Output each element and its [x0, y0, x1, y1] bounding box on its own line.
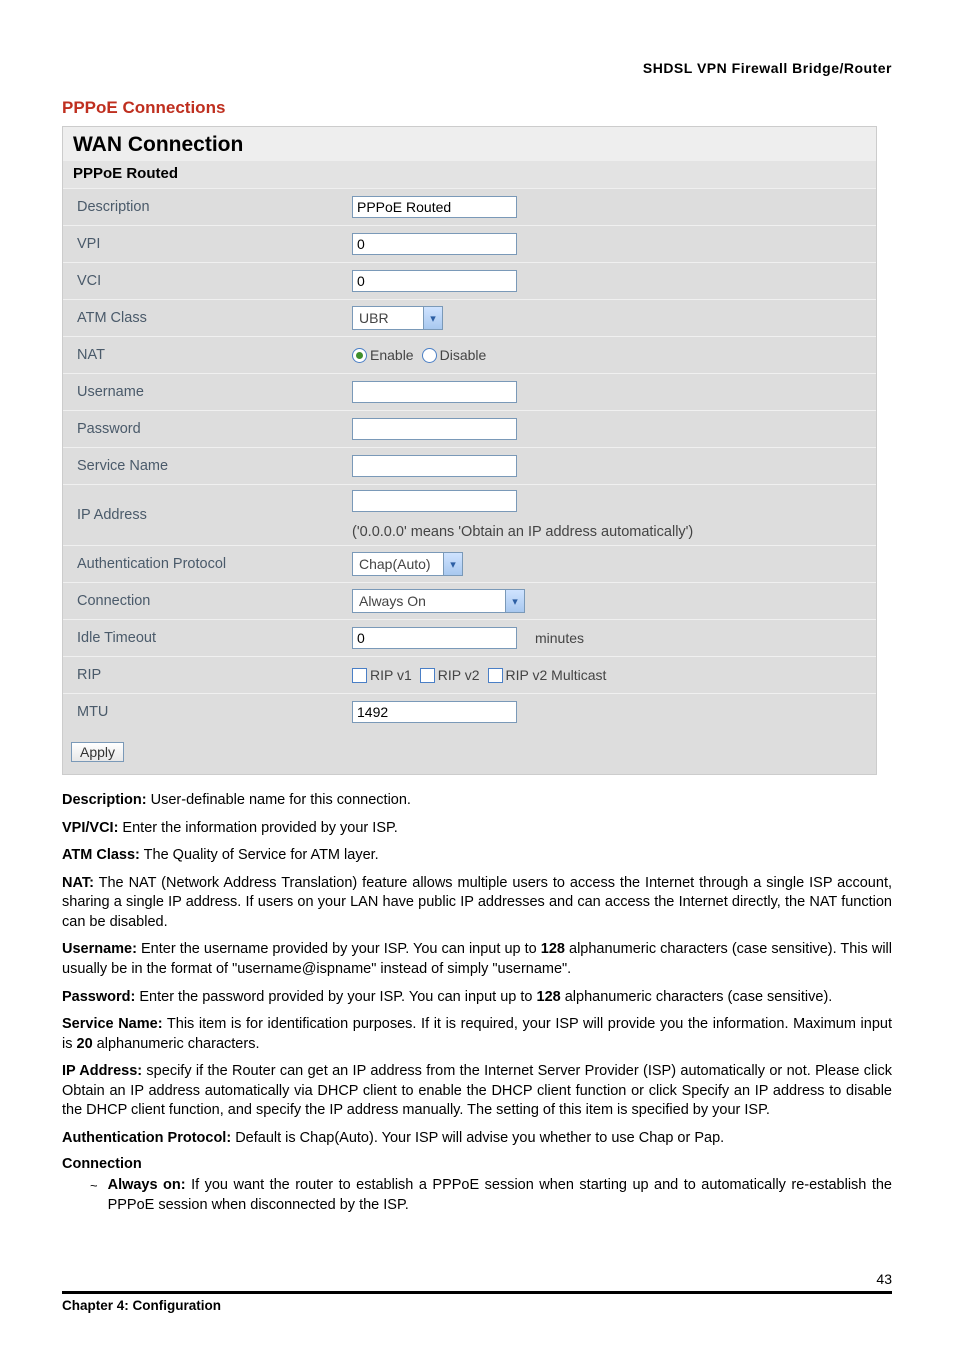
rip-v2-checkbox[interactable]: RIP v2 — [420, 667, 480, 683]
panel-title: WAN Connection — [63, 127, 876, 161]
page-footer: 43 Chapter 4: Configuration — [62, 1271, 892, 1313]
footer-chapter: Chapter 4: Configuration — [62, 1298, 892, 1313]
auth-protocol-select[interactable]: Chap(Auto) ▾ — [352, 552, 463, 576]
p-vpivci-t: Enter the information provided by your I… — [118, 820, 397, 836]
p-description-b: Description: — [62, 792, 147, 808]
p-svc-n: 20 — [77, 1036, 93, 1052]
idle-timeout-input[interactable] — [352, 627, 517, 649]
p-pass-b: Password: — [62, 989, 135, 1005]
label-description: Description — [71, 199, 352, 215]
p-svc-b: Service Name: — [62, 1016, 163, 1032]
ip-address-help: ('0.0.0.0' means 'Obtain an IP address a… — [352, 524, 693, 540]
p-svc-t2: alphanumeric characters. — [93, 1036, 260, 1052]
p-description-t: User-definable name for this connection. — [147, 792, 411, 808]
p-user-n: 128 — [541, 941, 565, 957]
bullet-icon: ~ — [90, 1176, 98, 1215]
rip-v2-multicast-label: RIP v2 Multicast — [506, 667, 607, 683]
checkbox-icon — [420, 668, 435, 683]
mtu-input[interactable] — [352, 701, 517, 723]
checkbox-icon — [352, 668, 367, 683]
doc-header-right: SHDSL VPN Firewall Bridge/Router — [62, 60, 892, 76]
p-pass-n: 128 — [537, 989, 561, 1005]
p-auth-b: Authentication Protocol: — [62, 1130, 231, 1146]
label-password: Password — [71, 421, 352, 437]
rip-v1-checkbox[interactable]: RIP v1 — [352, 667, 412, 683]
idle-timeout-unit: minutes — [535, 630, 584, 646]
p-atm-t: The Quality of Service for ATM layer. — [140, 847, 379, 863]
nat-enable-label: Enable — [370, 347, 414, 363]
chevron-down-icon: ▾ — [423, 307, 442, 329]
atm-class-select[interactable]: UBR ▾ — [352, 306, 443, 330]
p-auth-t: Default is Chap(Auto). Your ISP will adv… — [231, 1130, 724, 1146]
label-vpi: VPI — [71, 236, 352, 252]
username-input[interactable] — [352, 381, 517, 403]
panel-subtitle: PPPoE Routed — [63, 161, 876, 188]
service-name-input[interactable] — [352, 455, 517, 477]
p-user-b: Username: — [62, 941, 137, 957]
footer-rule — [62, 1291, 892, 1294]
description-input[interactable] — [352, 196, 517, 218]
label-nat: NAT — [71, 347, 352, 363]
checkbox-icon — [488, 668, 503, 683]
nat-disable-label: Disable — [440, 347, 487, 363]
chevron-down-icon: ▾ — [505, 590, 524, 612]
label-atm-class: ATM Class — [71, 310, 352, 326]
p-atm-b: ATM Class: — [62, 847, 140, 863]
label-ip-address: IP Address — [71, 507, 352, 523]
label-mtu: MTU — [71, 704, 352, 720]
p-pass-t2: alphanumeric characters (case sensitive)… — [561, 989, 833, 1005]
p-ip-b: IP Address: — [62, 1063, 142, 1079]
connection-select[interactable]: Always On ▾ — [352, 589, 525, 613]
p-nat-b: NAT: — [62, 875, 94, 891]
p-pass-t1: Enter the password provided by your ISP.… — [135, 989, 536, 1005]
label-vci: VCI — [71, 273, 352, 289]
connection-heading: Connection — [62, 1156, 892, 1172]
radio-selected-icon — [352, 348, 367, 363]
label-username: Username — [71, 384, 352, 400]
p-vpivci-b: VPI/VCI: — [62, 820, 118, 836]
radio-icon — [422, 348, 437, 363]
nat-disable-radio[interactable]: Disable — [422, 347, 487, 363]
rip-v2-multicast-checkbox[interactable]: RIP v2 Multicast — [488, 667, 607, 683]
label-auth-protocol: Authentication Protocol — [71, 556, 352, 572]
label-connection: Connection — [71, 593, 352, 609]
apply-button[interactable]: Apply — [71, 742, 124, 762]
ip-address-input[interactable] — [352, 490, 517, 512]
vpi-input[interactable] — [352, 233, 517, 255]
bullet-always-on-t: If you want the router to establish a PP… — [108, 1177, 892, 1213]
wan-connection-panel: WAN Connection PPPoE Routed Description … — [62, 126, 877, 775]
description-body: Description: User-definable name for thi… — [62, 791, 892, 1216]
password-input[interactable] — [352, 418, 517, 440]
rip-v2-label: RIP v2 — [438, 667, 480, 683]
page-number: 43 — [62, 1271, 892, 1287]
connection-selected: Always On — [353, 590, 505, 612]
vci-input[interactable] — [352, 270, 517, 292]
auth-protocol-selected: Chap(Auto) — [353, 553, 443, 575]
atm-class-selected: UBR — [353, 307, 423, 329]
p-nat-t: The NAT (Network Address Translation) fe… — [62, 875, 892, 930]
section-title: PPPoE Connections — [62, 98, 892, 118]
bullet-always-on-b: Always on: — [108, 1177, 186, 1193]
chevron-down-icon: ▾ — [443, 553, 462, 575]
p-ip-t: specify if the Router can get an IP addr… — [62, 1063, 892, 1118]
p-user-t1: Enter the username provided by your ISP.… — [137, 941, 541, 957]
label-service-name: Service Name — [71, 458, 352, 474]
label-idle-timeout: Idle Timeout — [71, 630, 352, 646]
nat-enable-radio[interactable]: Enable — [352, 347, 414, 363]
label-rip: RIP — [71, 667, 352, 683]
rip-v1-label: RIP v1 — [370, 667, 412, 683]
